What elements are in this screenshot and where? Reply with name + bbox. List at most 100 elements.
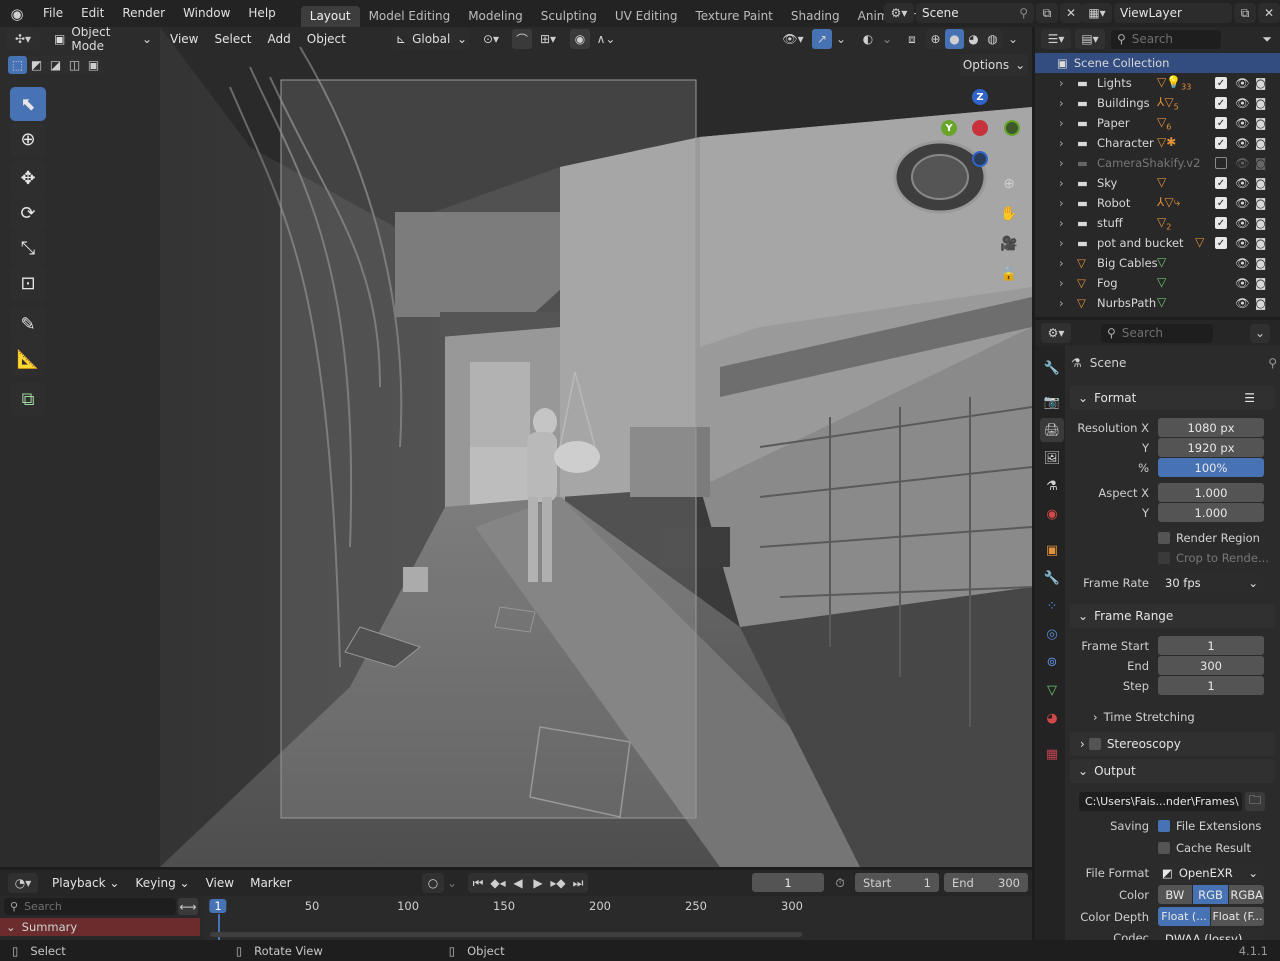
- menu-playback[interactable]: Playback ⌄: [44, 876, 127, 890]
- visibility-eye-icon[interactable]: 👁: [1235, 276, 1255, 290]
- codec-dropdown[interactable]: DWAA (lossy): [1158, 929, 1264, 940]
- outliner-item[interactable]: › ▬ Buildings ⅄▽5 ✓ 👁 ◙: [1035, 93, 1280, 113]
- exclude-checkbox[interactable]: ✓: [1215, 237, 1227, 249]
- blender-logo-icon[interactable]: ◉: [0, 5, 34, 23]
- modifiers-tab-icon[interactable]: 🔧: [1040, 566, 1064, 590]
- jump-end-icon[interactable]: ⏭: [568, 876, 588, 891]
- constraints-tab-icon[interactable]: ⊚: [1040, 650, 1064, 674]
- expand-chevron-icon[interactable]: ›: [1059, 296, 1077, 310]
- prev-keyframe-icon[interactable]: ◆◂: [488, 876, 508, 890]
- play-icon[interactable]: ▶: [528, 876, 548, 890]
- tool-tab-icon[interactable]: 🔧: [1040, 356, 1064, 380]
- navigation-gizmo[interactable]: Z Y: [938, 87, 1028, 177]
- gizmo-dropdown-icon[interactable]: ⌄: [834, 29, 848, 49]
- gizmo-toggle-icon[interactable]: ↗: [812, 29, 832, 49]
- material-shading-icon[interactable]: ◕: [964, 32, 983, 46]
- render-camera-icon[interactable]: ◙: [1255, 76, 1271, 90]
- new-scene-icon[interactable]: ⧉: [1036, 3, 1058, 23]
- render-region-checkbox[interactable]: Render Region: [1158, 531, 1260, 545]
- exclude-checkbox[interactable]: ✓: [1215, 137, 1227, 149]
- outliner-item[interactable]: › ▬ CameraShakify.v2 👁 ◙: [1035, 153, 1280, 173]
- tab-sculpting[interactable]: Sculpting: [532, 6, 606, 27]
- render-camera-icon[interactable]: ◙: [1255, 136, 1271, 150]
- frame-step-field[interactable]: 1: [1158, 676, 1264, 695]
- transform-tool[interactable]: ⊡: [10, 266, 46, 300]
- expand-chevron-icon[interactable]: ›: [1059, 216, 1077, 230]
- outliner-item[interactable]: › ▬ Character ▽✱ ✓ 👁 ◙: [1035, 133, 1280, 153]
- gizmo-neg-y-axis[interactable]: [1004, 120, 1020, 136]
- menu-keying[interactable]: Keying ⌄: [127, 876, 197, 890]
- scene-icon[interactable]: ⚙▾: [884, 3, 914, 23]
- expand-chevron-icon[interactable]: ›: [1059, 136, 1077, 150]
- menu-window[interactable]: Window: [174, 0, 239, 27]
- object-tab-icon[interactable]: ▣: [1040, 538, 1064, 562]
- wireframe-shading-icon[interactable]: ⊕: [926, 32, 945, 46]
- render-camera-icon[interactable]: ◙: [1255, 156, 1271, 170]
- expand-chevron-icon[interactable]: ›: [1059, 116, 1077, 130]
- world-tab-icon[interactable]: ◉: [1040, 502, 1064, 526]
- expand-chevron-icon[interactable]: ›: [1059, 256, 1077, 270]
- menu-select[interactable]: Select: [206, 32, 259, 46]
- xray-icon[interactable]: ⧈: [902, 29, 922, 49]
- exclude-checkbox[interactable]: ✓: [1215, 97, 1227, 109]
- depth-half-button[interactable]: Float (...: [1158, 907, 1210, 926]
- aspect-x-field[interactable]: 1.000: [1158, 483, 1264, 502]
- expand-chevron-icon[interactable]: ›: [1059, 236, 1077, 250]
- delete-scene-icon[interactable]: ✕: [1060, 3, 1082, 23]
- snap-target-icon[interactable]: ⊞▾: [534, 29, 562, 49]
- gizmo-neg-z-axis[interactable]: [972, 151, 988, 167]
- gizmo-z-axis[interactable]: Z: [972, 89, 988, 105]
- visibility-eye-icon[interactable]: 👁: [1235, 76, 1255, 90]
- menu-object[interactable]: Object: [299, 32, 354, 46]
- visibility-eye-icon[interactable]: 👁: [1235, 116, 1255, 130]
- tab-model-editing[interactable]: Model Editing: [360, 6, 460, 27]
- auto-keying-icon[interactable]: ○: [422, 873, 444, 893]
- select-invert-icon[interactable]: ◫: [65, 58, 84, 72]
- exclude-checkbox[interactable]: ✓: [1215, 77, 1227, 89]
- expand-chevron-icon[interactable]: ›: [1059, 76, 1077, 90]
- depth-full-button[interactable]: Float (F...: [1211, 907, 1264, 926]
- visibility-eye-icon[interactable]: 👁: [1235, 176, 1255, 190]
- 3d-viewport[interactable]: ✣▾ ▣ Object Mode ⌄ View Select Add Objec…: [0, 27, 1032, 867]
- gizmo-y-axis[interactable]: Y: [941, 120, 957, 136]
- frame-start-field[interactable]: 1: [1158, 636, 1264, 655]
- properties-editor-icon[interactable]: ⚙▾: [1041, 323, 1071, 343]
- cursor-tool[interactable]: ⊕: [10, 122, 46, 156]
- falloff-icon[interactable]: ∧⌄: [592, 29, 620, 49]
- visibility-eye-icon[interactable]: 👁: [1235, 196, 1255, 210]
- visibility-eye-icon[interactable]: 👁: [1235, 296, 1255, 310]
- crop-checkbox[interactable]: Crop to Rende...: [1158, 551, 1269, 565]
- render-camera-icon[interactable]: ◙: [1255, 176, 1271, 190]
- select-box-tool[interactable]: ⬉: [10, 87, 46, 121]
- current-frame-field[interactable]: 1: [752, 873, 824, 892]
- menu-help[interactable]: Help: [239, 0, 284, 27]
- menu-edit[interactable]: Edit: [72, 0, 113, 27]
- zoom-icon[interactable]: ⊕: [998, 173, 1020, 195]
- scale-tool[interactable]: ⤡: [10, 231, 46, 265]
- exclude-checkbox[interactable]: ✓: [1215, 117, 1227, 129]
- menu-add[interactable]: Add: [260, 32, 299, 46]
- add-cube-tool[interactable]: ⧉: [10, 382, 46, 416]
- outliner-item[interactable]: › ▬ Lights ▽💡33 ✓ 👁 ◙: [1035, 73, 1280, 93]
- outliner-item[interactable]: › ▬ pot and bucket ▽ ✓ 👁 ◙: [1035, 233, 1280, 253]
- visibility-icon[interactable]: 👁▾: [778, 29, 808, 49]
- select-subtract-icon[interactable]: ◪: [46, 58, 65, 72]
- swap-icon[interactable]: ⟷: [178, 898, 198, 915]
- camera-view-icon[interactable]: 🎥: [998, 233, 1020, 255]
- resolution-percentage-field[interactable]: 100%: [1158, 458, 1264, 477]
- frame-ruler[interactable]: 1 50 100 150 200 250 300: [204, 896, 1032, 940]
- view-layer-icon[interactable]: ▦▾: [1082, 3, 1112, 23]
- rendered-shading-icon[interactable]: ◍: [983, 32, 1002, 46]
- annotate-tool[interactable]: ✎: [10, 307, 46, 341]
- expand-chevron-icon[interactable]: ›: [1059, 96, 1077, 110]
- start-frame-field[interactable]: Start 1: [855, 873, 939, 892]
- format-panel-header[interactable]: ⌄ Format ☰: [1070, 386, 1275, 410]
- visibility-eye-icon[interactable]: 👁: [1235, 256, 1255, 270]
- pan-hand-icon[interactable]: ✋: [998, 203, 1020, 225]
- render-camera-icon[interactable]: ◙: [1255, 96, 1271, 110]
- exclude-checkbox[interactable]: ✓: [1215, 217, 1227, 229]
- snap-icon[interactable]: ⌒: [512, 29, 532, 49]
- render-camera-icon[interactable]: ◙: [1255, 196, 1271, 210]
- outliner-item[interactable]: › ▽ Fog ▽ 👁 ◙: [1035, 273, 1280, 293]
- filter-icon[interactable]: ⏷: [1262, 32, 1272, 47]
